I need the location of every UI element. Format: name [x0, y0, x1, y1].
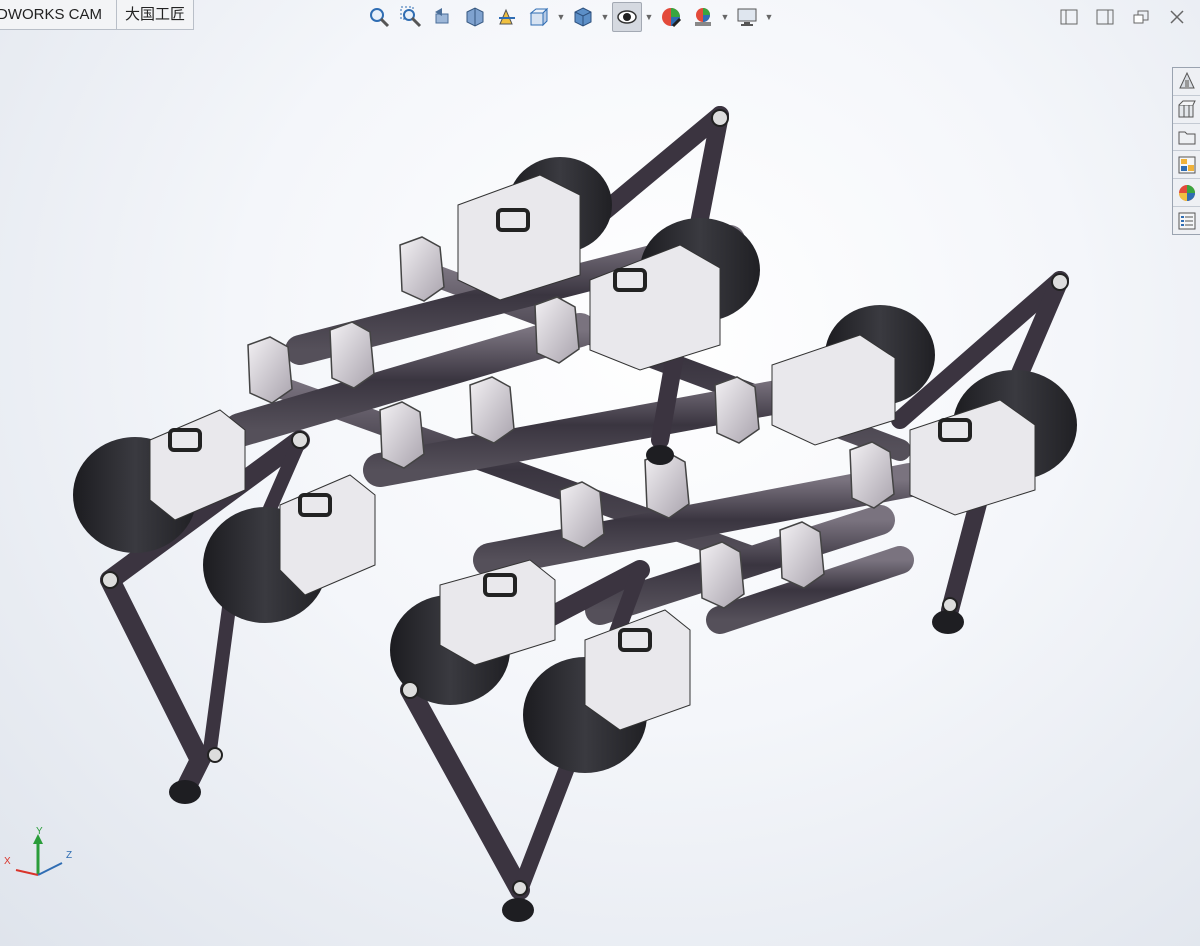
robot-model-viewport[interactable]	[0, 0, 1180, 946]
reference-triad: Y X Z	[4, 826, 72, 876]
actuator-rear-right	[589, 218, 760, 371]
x-axis-arrow	[15, 869, 39, 876]
x-axis-label: X	[4, 856, 11, 867]
z-axis-arrow	[37, 862, 63, 876]
actuator-mid-right-1	[771, 305, 935, 446]
z-axis-label: Z	[66, 850, 72, 861]
y-axis-label: Y	[36, 826, 43, 837]
